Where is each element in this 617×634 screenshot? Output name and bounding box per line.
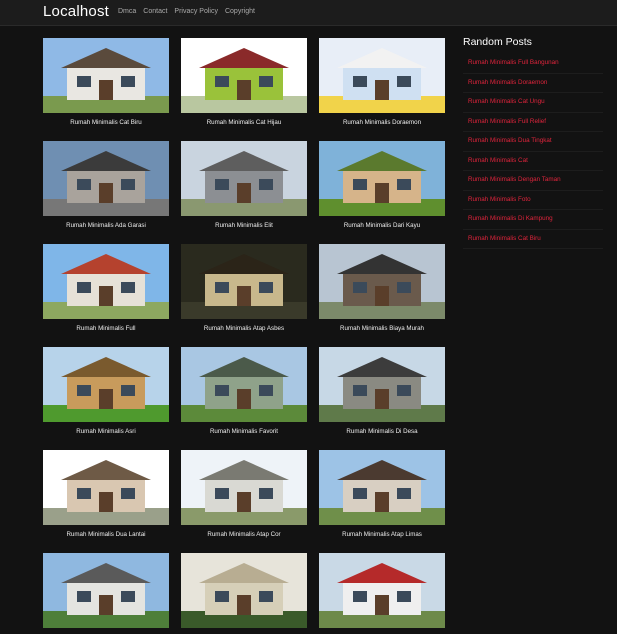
post-thumbnail-link[interactable] xyxy=(43,244,169,319)
random-post-item: Rumah Minimalis Full Bangunan xyxy=(463,54,603,74)
nav-link-privacy-policy[interactable]: Privacy Policy xyxy=(174,8,218,15)
post-title-link[interactable]: Rumah Minimalis Elit xyxy=(181,222,307,229)
post-title-link[interactable]: Rumah Minimalis Atap Limas xyxy=(319,531,445,538)
sidebar-title: Random Posts xyxy=(463,36,532,48)
post-card: Rumah Minimalis Favorit xyxy=(181,347,307,435)
post-thumbnail-link[interactable] xyxy=(319,38,445,113)
site-brand-link[interactable]: Localhost xyxy=(43,3,109,20)
random-post-item: Rumah Minimalis Cat Ungu xyxy=(463,93,603,113)
post-thumbnail-link[interactable] xyxy=(181,244,307,319)
nav-link-dmca[interactable]: Dmca xyxy=(118,8,136,15)
post-thumbnail-link[interactable] xyxy=(43,141,169,216)
random-post-link[interactable]: Rumah Minimalis Full Relief xyxy=(463,113,603,125)
random-post-item: Rumah Minimalis Doraemon xyxy=(463,74,603,93)
random-post-item: Rumah Minimalis Full Relief xyxy=(463,113,603,132)
post-title-link[interactable]: Rumah Minimalis Biaya Murah xyxy=(319,325,445,332)
house-photo xyxy=(181,347,307,422)
post-thumbnail-link[interactable] xyxy=(319,244,445,319)
random-posts-list: Rumah Minimalis Full Bangunan Rumah Minim… xyxy=(463,54,603,249)
post-card: Rumah Minimalis Atap Limas xyxy=(319,450,445,538)
post-card: Rumah Minimalis Dua Lantai xyxy=(43,450,169,538)
house-photo xyxy=(43,553,169,628)
post-title-link[interactable]: Rumah Minimalis Cat Hijau xyxy=(181,119,307,126)
house-photo xyxy=(181,244,307,319)
post-card xyxy=(181,553,307,634)
post-title-link[interactable]: Rumah Minimalis Dua Lantai xyxy=(43,531,169,538)
post-card: Rumah Minimalis Biaya Murah xyxy=(319,244,445,332)
random-post-link[interactable]: Rumah Minimalis Dengan Taman xyxy=(463,171,603,183)
post-card: Rumah Minimalis Cat Hijau xyxy=(181,38,307,126)
post-card: Rumah Minimalis Dari Kayu xyxy=(319,141,445,229)
post-card xyxy=(43,553,169,634)
post-thumbnail-link[interactable] xyxy=(181,450,307,525)
post-thumbnail-link[interactable] xyxy=(181,141,307,216)
house-photo xyxy=(319,38,445,113)
house-photo xyxy=(319,244,445,319)
sidebar-random-posts: Random Posts Rumah Minimalis Full Bangun… xyxy=(463,36,603,249)
house-photo xyxy=(181,38,307,113)
random-post-link[interactable]: Rumah Minimalis Full Bangunan xyxy=(463,54,603,66)
post-thumbnail-link[interactable] xyxy=(43,450,169,525)
post-thumbnail-link[interactable] xyxy=(43,347,169,422)
post-title-link[interactable]: Rumah Minimalis Favorit xyxy=(181,428,307,435)
post-card: Rumah Minimalis Doraemon xyxy=(319,38,445,126)
post-title-link[interactable]: Rumah Minimalis Full xyxy=(43,325,169,332)
house-photo xyxy=(43,141,169,216)
house-photo xyxy=(43,38,169,113)
post-thumbnail-link[interactable] xyxy=(181,553,307,628)
house-photo xyxy=(319,450,445,525)
house-photo xyxy=(43,347,169,422)
post-card: Rumah Minimalis Di Desa xyxy=(319,347,445,435)
nav-link-contact[interactable]: Contact xyxy=(143,8,167,15)
random-post-link[interactable]: Rumah Minimalis Foto xyxy=(463,191,603,203)
house-photo xyxy=(319,553,445,628)
random-post-item: Rumah Minimalis Foto xyxy=(463,191,603,210)
post-thumbnail-link[interactable] xyxy=(43,38,169,113)
post-title-link[interactable]: Rumah Minimalis Ada Garasi xyxy=(43,222,169,229)
post-card: Rumah Minimalis Cat Biru xyxy=(43,38,169,126)
post-thumbnail-link[interactable] xyxy=(319,141,445,216)
house-photo xyxy=(319,141,445,216)
random-post-link[interactable]: Rumah Minimalis Cat Ungu xyxy=(463,93,603,105)
post-card: Rumah Minimalis Atap Asbes xyxy=(181,244,307,332)
house-photo xyxy=(181,450,307,525)
house-photo xyxy=(43,244,169,319)
random-post-link[interactable]: Rumah Minimalis Cat Biru xyxy=(463,230,603,242)
random-post-item: Rumah Minimalis Di Kampung xyxy=(463,210,603,230)
top-navbar: Localhost Dmca Contact Privacy Policy Co… xyxy=(0,0,617,26)
post-card: Rumah Minimalis Elit xyxy=(181,141,307,229)
post-card: Rumah Minimalis Atap Cor xyxy=(181,450,307,538)
nav-link-copyright[interactable]: Copyright xyxy=(225,8,255,15)
random-post-item: Rumah Minimalis Cat xyxy=(463,152,603,171)
post-card xyxy=(319,553,445,634)
post-thumbnail-link[interactable] xyxy=(181,347,307,422)
post-title-link[interactable]: Rumah Minimalis Di Desa xyxy=(319,428,445,435)
random-post-link[interactable]: Rumah Minimalis Dua Tingkat xyxy=(463,132,603,144)
house-photo xyxy=(319,347,445,422)
top-nav: Dmca Contact Privacy Policy Copyright xyxy=(118,8,255,15)
random-post-link[interactable]: Rumah Minimalis Cat xyxy=(463,152,603,164)
random-post-link[interactable]: Rumah Minimalis Doraemon xyxy=(463,74,603,86)
post-thumbnail-link[interactable] xyxy=(181,38,307,113)
post-card: Rumah Minimalis Ada Garasi xyxy=(43,141,169,229)
post-thumbnail-link[interactable] xyxy=(319,553,445,628)
post-thumbnail-link[interactable] xyxy=(43,553,169,628)
post-thumbnail-link[interactable] xyxy=(319,450,445,525)
random-post-link[interactable]: Rumah Minimalis Di Kampung xyxy=(463,210,603,222)
post-title-link[interactable]: Rumah Minimalis Asri xyxy=(43,428,169,435)
post-card: Rumah Minimalis Full xyxy=(43,244,169,332)
house-photo xyxy=(181,141,307,216)
post-card: Rumah Minimalis Asri xyxy=(43,347,169,435)
post-title-link[interactable]: Rumah Minimalis Dari Kayu xyxy=(319,222,445,229)
post-title-link[interactable]: Rumah Minimalis Atap Cor xyxy=(181,531,307,538)
post-title-link[interactable]: Rumah Minimalis Cat Biru xyxy=(43,119,169,126)
post-title-link[interactable]: Rumah Minimalis Atap Asbes xyxy=(181,325,307,332)
house-photo xyxy=(181,553,307,628)
random-post-item: Rumah Minimalis Cat Biru xyxy=(463,230,603,249)
random-post-item: Rumah Minimalis Dengan Taman xyxy=(463,171,603,191)
random-post-item: Rumah Minimalis Dua Tingkat xyxy=(463,132,603,152)
post-title-link[interactable]: Rumah Minimalis Doraemon xyxy=(319,119,445,126)
post-thumbnail-link[interactable] xyxy=(319,347,445,422)
house-photo xyxy=(43,450,169,525)
